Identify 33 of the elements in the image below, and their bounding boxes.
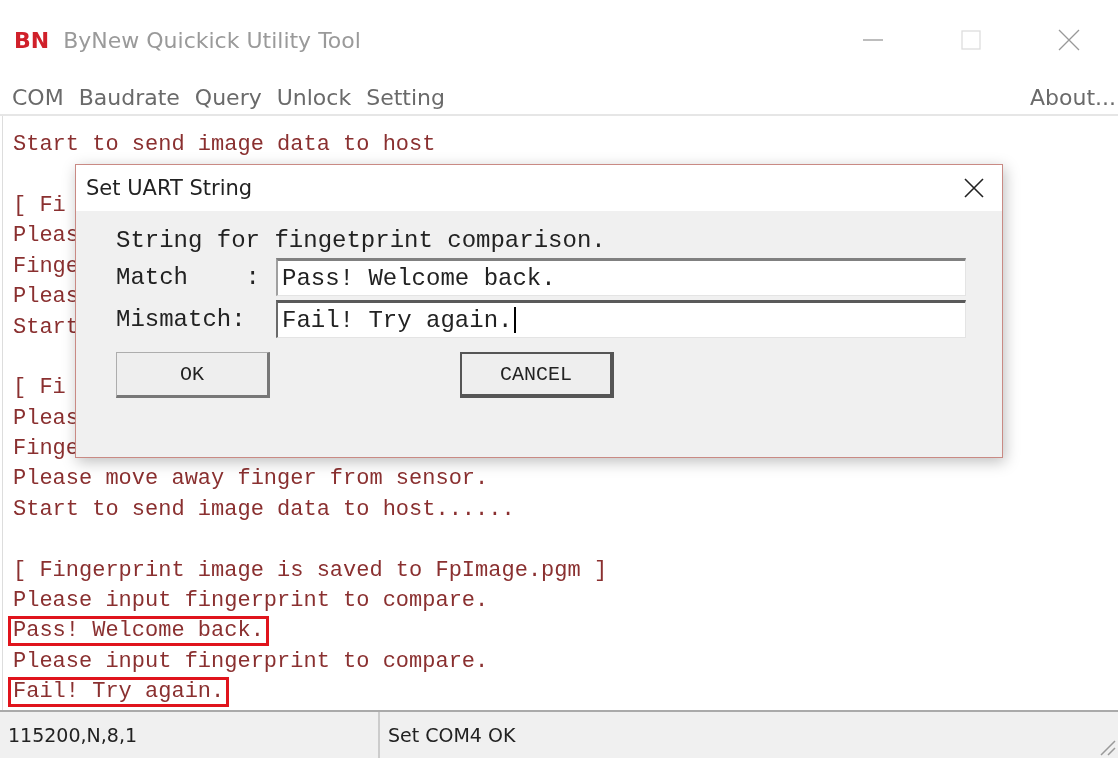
log-line: Pleas bbox=[12, 222, 80, 251]
log-line: Please input fingerprint to compare. bbox=[12, 587, 490, 616]
log-line: Start to send image data to host bbox=[12, 131, 437, 160]
dialog-title: Set UART String bbox=[86, 176, 254, 200]
prompt-text: String for fingetprint comparison. bbox=[116, 227, 607, 254]
log-line: Finge bbox=[12, 435, 80, 464]
menu-item[interactable]: Baudrate bbox=[78, 84, 180, 110]
log-line: [ Fi bbox=[12, 191, 67, 220]
log-line: [ Fi bbox=[12, 374, 67, 403]
field-label: Mismatch: bbox=[116, 305, 247, 333]
dialog-button[interactable]: CANCEL bbox=[460, 352, 614, 398]
status-pane: 115200,N,8,1 bbox=[0, 712, 380, 758]
menu-item[interactable]: Setting bbox=[366, 84, 445, 110]
dialog-button[interactable]: OK bbox=[116, 352, 270, 398]
log-line: Pleas bbox=[12, 404, 80, 433]
log-line: Please input fingerprint to compare. bbox=[12, 647, 490, 676]
app-logo: BN bbox=[14, 27, 50, 53]
menu-item[interactable]: Query bbox=[194, 84, 262, 110]
field-label: Match : bbox=[116, 263, 262, 291]
log-line: Please move away finger from sensor. bbox=[12, 465, 490, 494]
status-pane: Set COM4 OK bbox=[387, 723, 517, 748]
window-title: ByNew Quickick Utility Tool bbox=[63, 27, 362, 53]
menu-item[interactable]: COM bbox=[12, 84, 64, 110]
menu-item[interactable]: Unlock bbox=[276, 84, 352, 110]
close-icon[interactable] bbox=[964, 178, 984, 198]
log-line: Start to send image data to host...... bbox=[12, 495, 516, 524]
log-line: [ Fingerprint image is saved to FpImage.pgm ] bbox=[12, 556, 609, 585]
input-field[interactable]: Pass! Welcome back. bbox=[276, 258, 966, 296]
log-line: Start bbox=[12, 313, 80, 342]
input-field[interactable]: Fail! Try again. bbox=[276, 300, 966, 338]
log-line: Finge bbox=[12, 252, 80, 281]
menu-item[interactable]: About... bbox=[1029, 84, 1116, 110]
log-line: Pleas bbox=[12, 283, 80, 312]
